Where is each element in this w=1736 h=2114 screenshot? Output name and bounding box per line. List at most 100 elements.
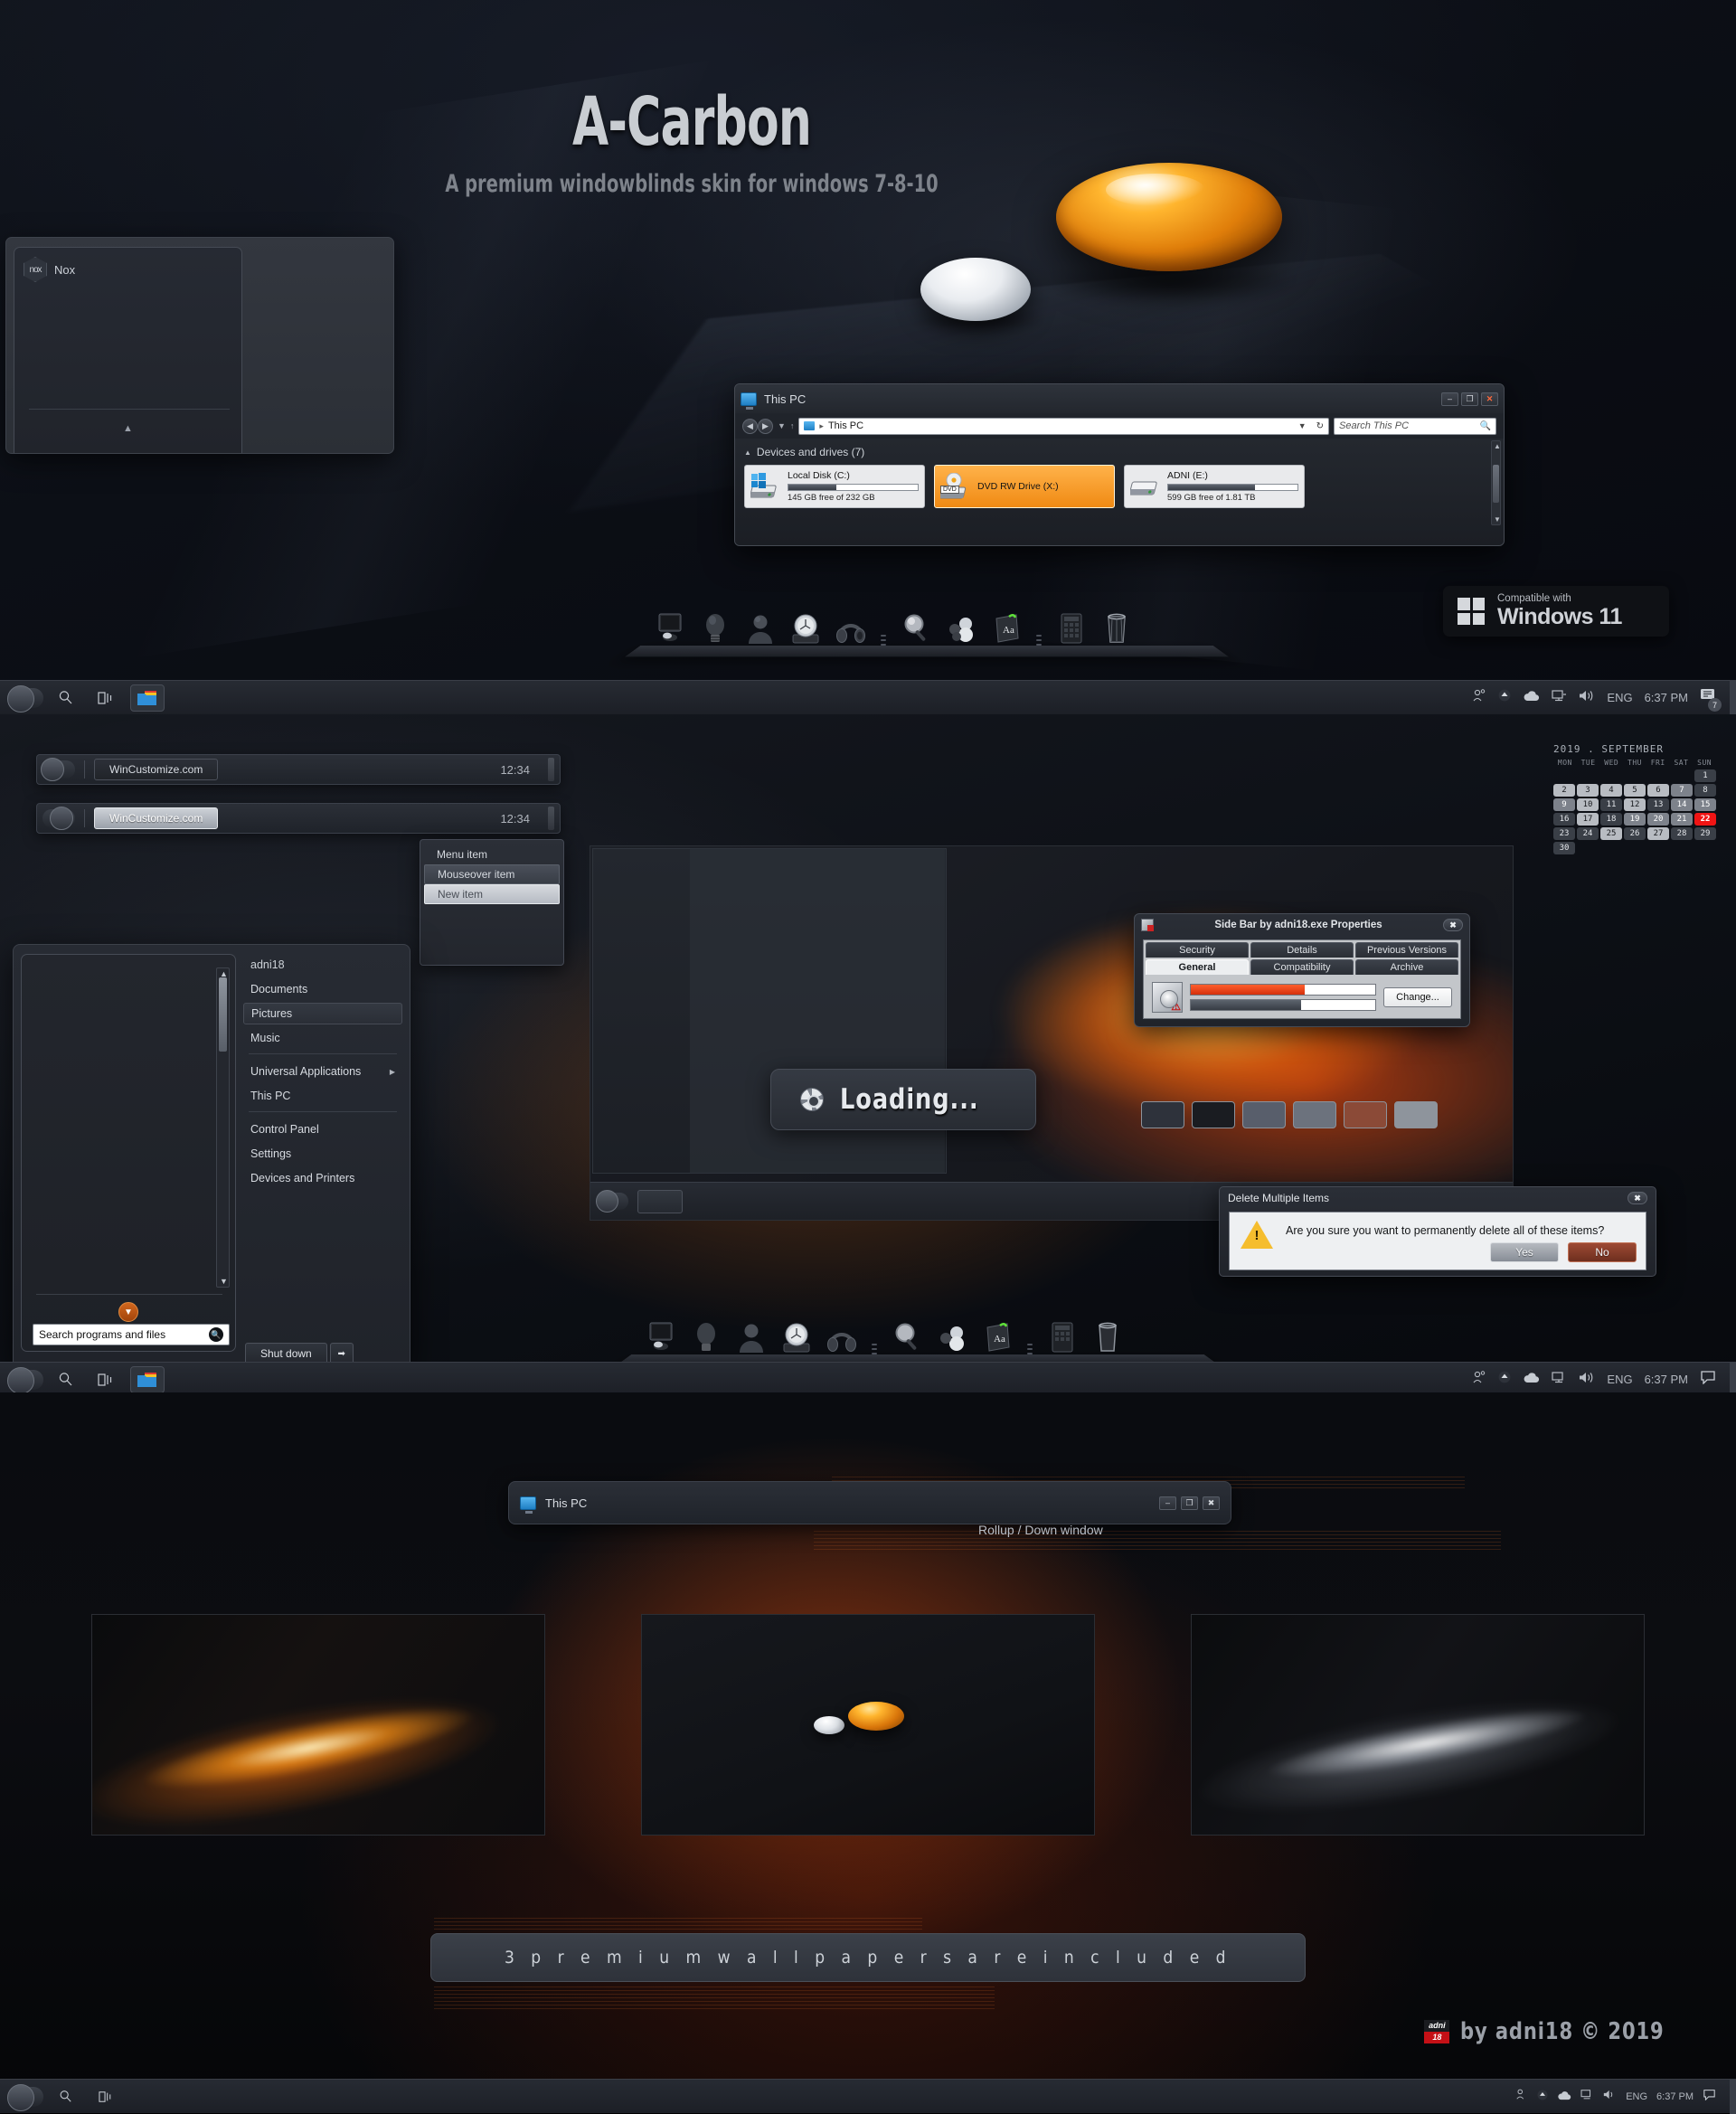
language-indicator[interactable]: ENG <box>1607 1373 1632 1386</box>
this-pc-explorer-window[interactable]: This PC – ❐ ✕ ◀ ▶ ▼ ↑ ▸ This PC ▼ ↻ Sear <box>734 383 1505 546</box>
tab-general[interactable]: General <box>1146 959 1249 975</box>
scrollbar-thumb[interactable] <box>219 977 227 1052</box>
taskbar-task-button[interactable]: WinCustomize.com <box>94 759 219 780</box>
desktop-dock[interactable]: Aa <box>625 604 1229 660</box>
tab-compatibility[interactable]: Compatibility <box>1250 959 1354 975</box>
network-people-icon[interactable] <box>937 1320 967 1354</box>
calendar-day[interactable]: 6 <box>1647 784 1669 797</box>
taskbar-bottom[interactable]: ENG 6:37 PM <box>0 2079 1736 2114</box>
close-button[interactable]: ✖ <box>1203 1496 1220 1510</box>
nox-window[interactable]: nox Nox ▲ <box>5 237 394 454</box>
start-menu-item-settings[interactable]: Settings <box>243 1143 402 1165</box>
task-view-icon[interactable] <box>85 2080 125 2114</box>
onedrive-cloud-icon[interactable] <box>1523 1372 1540 1388</box>
trash-icon[interactable] <box>1101 611 1132 646</box>
scrollbar-thumb[interactable] <box>1493 465 1499 503</box>
show-hidden-icons-icon[interactable] <box>1498 689 1511 706</box>
calendar-day[interactable]: 5 <box>1624 784 1646 797</box>
start-menu-item-documents[interactable]: Documents <box>243 978 402 1000</box>
start-menu[interactable]: ▲ ▼ ▼ Search programs and files 🔍 adni18… <box>13 944 410 1369</box>
clock[interactable]: 6:37 PM <box>1656 2091 1694 2102</box>
context-menu[interactable]: Menu item Mouseover item New item <box>420 839 564 966</box>
calendar-day[interactable]: 15 <box>1694 798 1716 811</box>
dictionary-icon[interactable]: Aa <box>991 611 1022 646</box>
search-icon[interactable] <box>45 681 85 715</box>
calendar-day[interactable]: 11 <box>1600 798 1622 811</box>
recent-locations-icon[interactable]: ▼ <box>778 421 786 430</box>
start-menu-item-devices-and-printers[interactable]: Devices and Printers <box>243 1167 402 1189</box>
wallpaper-thumbnail-2[interactable] <box>641 1614 1095 1836</box>
calendar-day[interactable]: 7 <box>1671 784 1693 797</box>
magnifier-icon[interactable] <box>901 611 931 646</box>
language-indicator[interactable]: ENG <box>1626 2091 1647 2102</box>
chevron-down-icon[interactable]: ▼ <box>1298 421 1307 430</box>
onedrive-cloud-icon[interactable] <box>1557 2089 1571 2105</box>
monitor-icon[interactable] <box>646 1320 676 1354</box>
scroll-down-arrow-icon[interactable]: ▼ <box>1494 515 1501 524</box>
calendar-day[interactable]: 3 <box>1577 784 1599 797</box>
file-explorer-icon[interactable] <box>130 1365 165 1393</box>
tab-archive[interactable]: Archive <box>1355 959 1458 975</box>
refresh-icon[interactable]: ↻ <box>1316 421 1324 431</box>
taskbar-preview-normal[interactable]: WinCustomize.com 12:34 <box>36 754 561 785</box>
maximize-button[interactable]: ❐ <box>1181 1496 1198 1510</box>
dialog-titlebar[interactable]: Delete Multiple Items ✖ <box>1220 1187 1656 1209</box>
chevron-down-icon[interactable]: ▼ <box>118 1302 138 1322</box>
search-icon[interactable]: 🔍 <box>209 1327 223 1342</box>
yes-button[interactable]: Yes <box>1490 1242 1559 1262</box>
color-swatch[interactable] <box>1192 1101 1235 1128</box>
calendar-day[interactable]: 18 <box>1600 813 1622 826</box>
calendar-day[interactable]: 20 <box>1647 813 1669 826</box>
dialog-titlebar[interactable]: Side Bar by adni18.exe Properties ✖ <box>1135 914 1469 936</box>
desktop-dock-2[interactable]: Aa <box>616 1313 1220 1369</box>
calendar-day[interactable]: 27 <box>1647 827 1669 840</box>
clock-icon[interactable] <box>781 1320 812 1354</box>
network-icon[interactable] <box>1552 1371 1567 1389</box>
network-people-icon[interactable] <box>946 611 976 646</box>
show-hidden-icons-icon[interactable] <box>1537 2089 1548 2105</box>
minimize-button[interactable]: – <box>1159 1496 1176 1510</box>
calendar-day[interactable]: 24 <box>1577 827 1599 840</box>
show-hidden-icons-icon[interactable] <box>1498 1371 1511 1388</box>
tab-details[interactable]: Details <box>1250 942 1354 958</box>
lightbulb-icon[interactable] <box>700 611 731 646</box>
start-menu-item-pictures[interactable]: Pictures <box>243 1003 402 1024</box>
action-center-icon[interactable]: 7 <box>1700 688 1722 712</box>
chevron-up-icon[interactable]: ▲ <box>120 420 137 437</box>
action-center-icon[interactable] <box>1700 1370 1716 1389</box>
people-icon[interactable] <box>1472 1370 1486 1389</box>
color-swatch[interactable] <box>1344 1101 1387 1128</box>
calculator-icon[interactable] <box>1047 1320 1078 1354</box>
action-center-icon[interactable] <box>1703 2089 1716 2105</box>
address-bar[interactable]: ▸ This PC ▼ ↻ <box>798 417 1329 435</box>
task-view-icon[interactable] <box>85 1363 125 1397</box>
no-button[interactable]: No <box>1568 1242 1637 1262</box>
calendar-day[interactable]: 26 <box>1624 827 1646 840</box>
search-input[interactable]: Search programs and files 🔍 <box>33 1324 230 1345</box>
calendar-day[interactable]: 19 <box>1624 813 1646 826</box>
clock-icon[interactable] <box>790 611 821 646</box>
dictionary-icon[interactable]: Aa <box>982 1320 1013 1354</box>
properties-dialog[interactable]: Side Bar by adni18.exe Properties ✖ Secu… <box>1134 913 1470 1027</box>
contact-bust-icon[interactable] <box>745 611 776 646</box>
change-button[interactable]: Change... <box>1383 987 1452 1007</box>
calendar-day[interactable]: 4 <box>1600 784 1622 797</box>
start-menu-item-universal-applications[interactable]: Universal Applications ▶ <box>243 1061 402 1082</box>
start-menu-scrollbar[interactable]: ▲ ▼ <box>216 967 230 1288</box>
color-swatch[interactable] <box>1293 1101 1336 1128</box>
taskbar-task-button-hover[interactable]: WinCustomize.com <box>94 807 219 829</box>
start-button[interactable] <box>7 2083 45 2111</box>
rollup-window[interactable]: This PC – ❐ ✖ <box>508 1481 1231 1524</box>
collapse-caret-icon[interactable]: ▲ <box>744 448 751 457</box>
explorer-scrollbar[interactable]: ▲ ▼ <box>1491 440 1501 525</box>
drive-item[interactable]: DVD DVD RW Drive (X:) <box>934 465 1115 508</box>
calendar-day[interactable]: 29 <box>1694 827 1716 840</box>
calendar-day[interactable]: 28 <box>1671 827 1693 840</box>
tab-security[interactable]: Security <box>1146 942 1249 958</box>
start-button[interactable] <box>7 684 45 713</box>
start-button[interactable] <box>42 807 75 830</box>
calendar-day[interactable]: 14 <box>1671 798 1693 811</box>
color-swatch[interactable] <box>1242 1101 1286 1128</box>
start-menu-item-adni18[interactable]: adni18 <box>243 954 402 976</box>
devices-group-header[interactable]: ▲ Devices and drives (7) <box>744 446 1495 458</box>
